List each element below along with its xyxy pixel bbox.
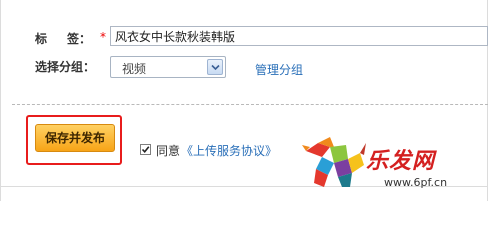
group-label: 选择分组：: [35, 60, 96, 74]
group-select-dropdown-button[interactable]: [207, 59, 223, 75]
watermark-url: www.6pf.cn: [384, 176, 448, 189]
bull-logo-icon: [302, 137, 366, 187]
chevron-down-icon: [211, 64, 220, 71]
manage-group-link[interactable]: 管理分组: [255, 61, 303, 78]
group-select[interactable]: 视频: [110, 56, 226, 78]
agree-checkbox[interactable]: [140, 144, 151, 155]
agree-label: 同意: [156, 144, 181, 158]
watermark-brand: 乐发网: [366, 148, 436, 174]
panel-left-border: [0, 0, 1, 201]
tag-label: 标 签：: [35, 30, 91, 47]
save-and-publish-button[interactable]: 保存并发布: [35, 124, 115, 152]
tag-input[interactable]: [110, 26, 488, 46]
section-divider: [12, 104, 488, 105]
tag-label-first-char: 标: [35, 32, 48, 46]
tag-label-rest: 签：: [67, 32, 92, 46]
required-mark: *: [100, 30, 106, 44]
group-select-value: 视频: [122, 62, 147, 76]
agreement-link[interactable]: 《上传服务协议》: [181, 142, 277, 159]
checkmark-icon: [141, 146, 150, 154]
